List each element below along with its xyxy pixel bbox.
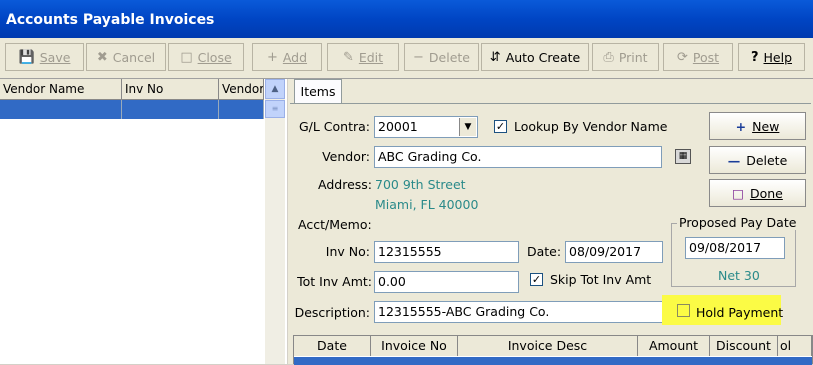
door-exit-icon: □ [732,185,744,201]
gl-contra-label: G/L Contra: [298,119,370,134]
print-button[interactable]: ⎙ Print [592,43,659,71]
skip-tot-inv-amt-checkbox[interactable]: ✓ [530,273,543,286]
address-label: Address: [318,177,372,192]
items-grid: Date Invoice No Invoice Desc Amount Disc… [293,335,813,365]
hold-payment-label: Hold Payment [696,305,784,320]
title-bar: Accounts Payable Invoices [0,0,813,38]
pay-terms: Net 30 [718,268,760,283]
delete-button[interactable]: — Delete [709,146,806,174]
done-button[interactable]: □ Done [709,179,806,207]
minus-icon: − [413,49,424,65]
edit-icon: ✎ [342,49,354,65]
scroll-thumb[interactable]: ≡ [265,100,285,118]
inv-no-input[interactable]: 12315555 [374,241,519,263]
date-input[interactable]: 08/09/2017 [565,241,663,263]
column-vendor[interactable]: Vendor [219,79,264,99]
edit-button[interactable]: ✎ Edit [327,43,399,71]
column-invoice-desc[interactable]: Invoice Desc [458,336,638,356]
inv-no-label: Inv No: [325,244,370,259]
list-header: Vendor Name Inv No Vendor [0,79,264,100]
date-label: Date: [527,244,562,259]
delete-toolbar-button[interactable]: − Delete [404,43,479,71]
help-button[interactable]: ? Help [738,43,805,71]
column-amount[interactable]: Amount [638,336,710,356]
column-partial[interactable]: ol [778,336,812,356]
cancel-button[interactable]: ✖ Cancel [86,43,166,71]
detail-pane: Items G/L Contra: 20001 ▼ ✓ Lookup By Ven… [288,79,813,365]
proposed-pay-date-input[interactable]: 09/08/2017 [685,237,785,259]
vendor-lookup-icon[interactable]: ▦ [675,149,691,164]
column-inv-no[interactable]: Inv No [122,79,219,99]
hold-payment-checkbox[interactable] [677,304,690,317]
close-button[interactable]: □ Close [168,43,244,71]
lookup-by-vendor-checkbox[interactable]: ✓ [494,120,507,133]
question-icon: ? [750,49,759,65]
address-line-2: Miami, FL 40000 [375,197,479,212]
tot-inv-amt-input[interactable]: 0.00 [374,271,519,293]
skip-tot-inv-amt-label: Skip Tot Inv Amt [550,272,652,287]
vendor-label: Vendor: [322,149,370,164]
door-exit-icon: □ [180,49,193,65]
auto-create-button[interactable]: ⇵ Auto Create [481,43,589,71]
cancel-x-icon: ✖ [96,49,108,65]
post-icon: ⟳ [676,49,688,65]
save-button[interactable]: 💾 Save [5,43,84,71]
plus-icon: + [266,49,278,65]
chevron-down-icon[interactable]: ▼ [459,118,476,136]
auto-create-icon: ⇵ [489,49,501,65]
list-scrollbar[interactable]: ▲ ≡ [265,79,285,364]
invoice-list: Vendor Name Inv No Vendor ▲ ≡ [0,79,287,364]
column-date[interactable]: Date [294,336,371,356]
address-line-1: 700 9th Street [375,177,466,192]
column-discount[interactable]: Discount [710,336,778,356]
floppy-icon: 💾 [18,49,35,65]
add-button[interactable]: + Add [252,43,322,71]
description-label: Description: [294,305,370,320]
column-vendor-name[interactable]: Vendor Name [0,79,122,99]
tot-inv-amt-label: Tot Inv Amt: [297,274,372,289]
acct-memo-label: Acct/Memo: [298,217,372,232]
column-invoice-no[interactable]: Invoice No [371,336,458,356]
minus-icon: — [727,152,741,168]
printer-icon: ⎙ [603,49,614,65]
proposed-pay-date-title: Proposed Pay Date [677,215,799,230]
post-button[interactable]: ⟳ Post [663,43,733,71]
new-button[interactable]: + New [709,112,806,140]
lookup-by-vendor-label: Lookup By Vendor Name [514,119,668,134]
gl-contra-select[interactable]: 20001 ▼ [374,116,478,138]
window-title: Accounts Payable Invoices [6,12,215,28]
vendor-input[interactable]: ABC Grading Co. [374,146,662,168]
scroll-up-icon[interactable]: ▲ [265,79,285,99]
list-row-selected[interactable] [0,100,264,119]
description-input[interactable]: 12315555-ABC Grading Co. [374,301,664,323]
toolbar: 💾 Save ✖ Cancel □ Close + Add ✎ Edit − Delete … [0,38,813,79]
tab-items[interactable]: Items [294,79,342,104]
plus-icon: + [735,118,747,134]
